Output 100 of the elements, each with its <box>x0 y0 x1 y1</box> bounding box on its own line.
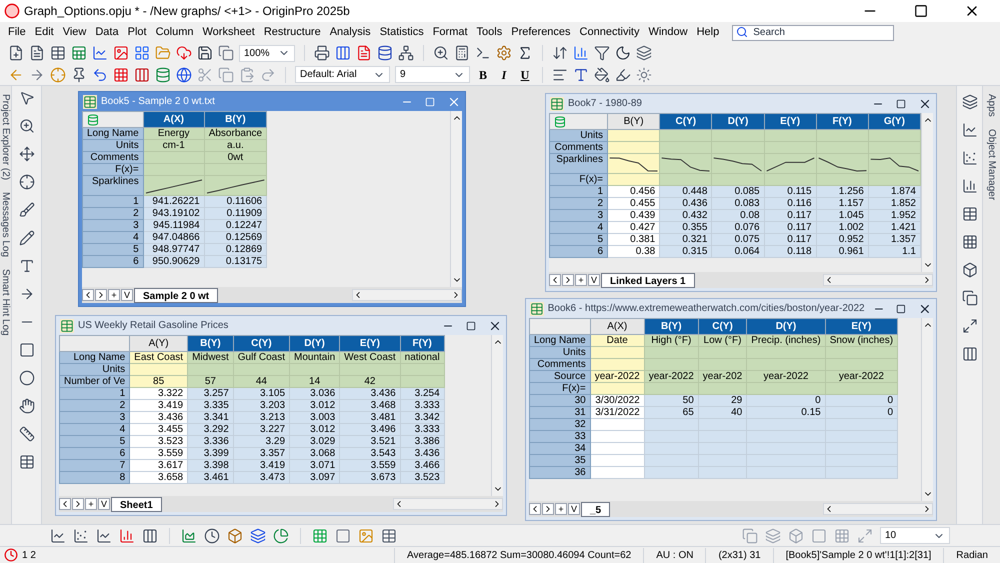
columns-icon[interactable] <box>335 45 351 61</box>
row-number[interactable]: 8 <box>60 472 130 484</box>
circle-tool-icon[interactable] <box>18 370 34 386</box>
column-header[interactable]: F(Y) <box>816 114 868 130</box>
row-number[interactable]: 1 <box>550 186 608 198</box>
row-label[interactable]: Number of Ve <box>60 376 130 388</box>
calculator-icon[interactable] <box>454 45 470 61</box>
column-header[interactable]: A(X) <box>143 112 204 128</box>
rectangle-tool-icon[interactable] <box>18 342 34 358</box>
image-icon[interactable] <box>113 45 129 61</box>
layers-icon[interactable] <box>250 528 266 544</box>
layout-icon[interactable] <box>134 45 150 61</box>
row-label[interactable]: Units <box>82 140 144 152</box>
row-number[interactable]: 2 <box>550 198 608 210</box>
window-title[interactable]: US Weekly Retail Gasoline Prices <box>78 318 228 333</box>
previous-sheet-icon[interactable] <box>82 289 94 301</box>
bar-chart-icon[interactable] <box>573 45 589 61</box>
menu-item[interactable]: Connectivity <box>580 24 640 40</box>
sheet-nav-button[interactable]: V <box>588 274 600 286</box>
column-header[interactable]: F(Y) <box>400 336 444 352</box>
horizontal-scrollbar[interactable] <box>823 503 933 515</box>
row-number[interactable]: 5 <box>60 436 130 448</box>
columns-icon[interactable] <box>962 346 978 362</box>
row-label[interactable]: Source <box>530 370 590 382</box>
row-label[interactable]: Long Name <box>82 128 144 140</box>
sheet-tab[interactable]: Linked Layers 1 <box>601 272 695 288</box>
menu-item[interactable]: Preferences <box>511 24 571 40</box>
text-tool-icon[interactable] <box>18 258 34 274</box>
search-field[interactable]: Search <box>732 24 894 40</box>
horizontal-scrollbar[interactable] <box>823 274 933 286</box>
sheet-tab[interactable]: _5 <box>581 502 610 516</box>
column-header[interactable]: C(Y) <box>233 336 290 352</box>
maximize-icon[interactable] <box>896 98 906 108</box>
column-header[interactable]: B(Y) <box>644 318 698 334</box>
terminal-icon[interactable] <box>475 45 491 61</box>
network-icon[interactable] <box>398 45 414 61</box>
vertical-scrollbar[interactable] <box>450 111 462 287</box>
globe-icon[interactable] <box>176 66 192 82</box>
maximize-icon[interactable] <box>896 304 906 314</box>
horizontal-scrollbar[interactable] <box>393 498 503 510</box>
column-header[interactable]: E(Y) <box>764 114 816 130</box>
previous-sheet-icon[interactable] <box>529 503 541 515</box>
square-icon[interactable] <box>335 528 351 544</box>
column-header[interactable]: G(Y) <box>868 114 920 130</box>
menu-item[interactable]: Worksheet <box>202 24 255 40</box>
row-label[interactable]: Comments <box>530 358 590 370</box>
format-button[interactable]: U <box>517 66 533 82</box>
document-icon[interactable] <box>29 45 45 61</box>
row-number[interactable]: 35 <box>530 454 590 466</box>
sheet-nav-button[interactable]: + <box>108 289 120 301</box>
column-header[interactable]: B(Y) <box>188 336 234 352</box>
sheet-nav-button[interactable]: V <box>568 503 580 515</box>
copy-icon[interactable] <box>962 290 978 306</box>
column-header[interactable]: A(Y) <box>130 336 188 352</box>
row-label[interactable]: F(x)= <box>550 174 608 186</box>
line-chart-icon[interactable] <box>92 45 108 61</box>
side-panel-tab[interactable]: Messages Log <box>0 192 17 258</box>
row-number[interactable]: 36 <box>530 466 590 478</box>
layers-icon[interactable] <box>962 94 978 110</box>
filter-icon[interactable] <box>594 45 610 61</box>
pointer-icon[interactable] <box>18 90 34 106</box>
side-panel-tab[interactable]: Object Manager <box>980 128 1000 200</box>
column-header[interactable]: E(Y) <box>825 318 898 334</box>
row-label[interactable]: Comments <box>82 152 144 164</box>
row-number[interactable]: 3 <box>550 210 608 222</box>
row-number[interactable]: 2 <box>82 208 144 220</box>
row-number[interactable]: 6 <box>60 448 130 460</box>
next-sheet-icon[interactable] <box>72 498 84 510</box>
format-button[interactable]: B <box>475 66 491 82</box>
sort-icon[interactable] <box>552 45 568 61</box>
fill-color-icon[interactable] <box>594 66 610 82</box>
corner-cell[interactable] <box>530 318 590 334</box>
column-header[interactable]: D(Y) <box>712 114 764 130</box>
layers-icon[interactable] <box>636 45 652 61</box>
sheet-nav-button[interactable]: + <box>575 274 587 286</box>
grid-icon[interactable] <box>113 66 129 82</box>
save-icon[interactable] <box>197 45 213 61</box>
menu-item[interactable]: Help <box>696 24 720 40</box>
row-number[interactable]: 6 <box>550 246 608 258</box>
row-label[interactable]: Sparklines <box>82 176 144 196</box>
pencil-icon[interactable] <box>18 230 34 246</box>
undo-icon[interactable] <box>92 66 108 82</box>
sheet-tab[interactable]: Sample 2 0 wt <box>134 288 218 302</box>
corner-cell[interactable] <box>550 114 608 130</box>
row-number[interactable]: 4 <box>60 424 130 436</box>
cloud-download-icon[interactable] <box>176 45 192 61</box>
settings-icon[interactable] <box>496 45 512 61</box>
row-number[interactable]: 3 <box>60 412 130 424</box>
row-number[interactable]: 33 <box>530 430 590 442</box>
box-icon[interactable] <box>227 528 243 544</box>
row-number[interactable]: 4 <box>82 232 144 244</box>
zoom-icon[interactable] <box>433 45 449 61</box>
row-number[interactable]: 5 <box>550 234 608 246</box>
table-icon[interactable] <box>18 454 34 470</box>
maximize-icon[interactable] <box>914 4 928 18</box>
font-size-combo[interactable]: 9 <box>395 66 470 83</box>
vertical-scrollbar[interactable] <box>491 335 503 496</box>
database-icon[interactable] <box>377 45 393 61</box>
text-color-icon[interactable] <box>573 66 589 82</box>
print-icon[interactable] <box>314 45 330 61</box>
